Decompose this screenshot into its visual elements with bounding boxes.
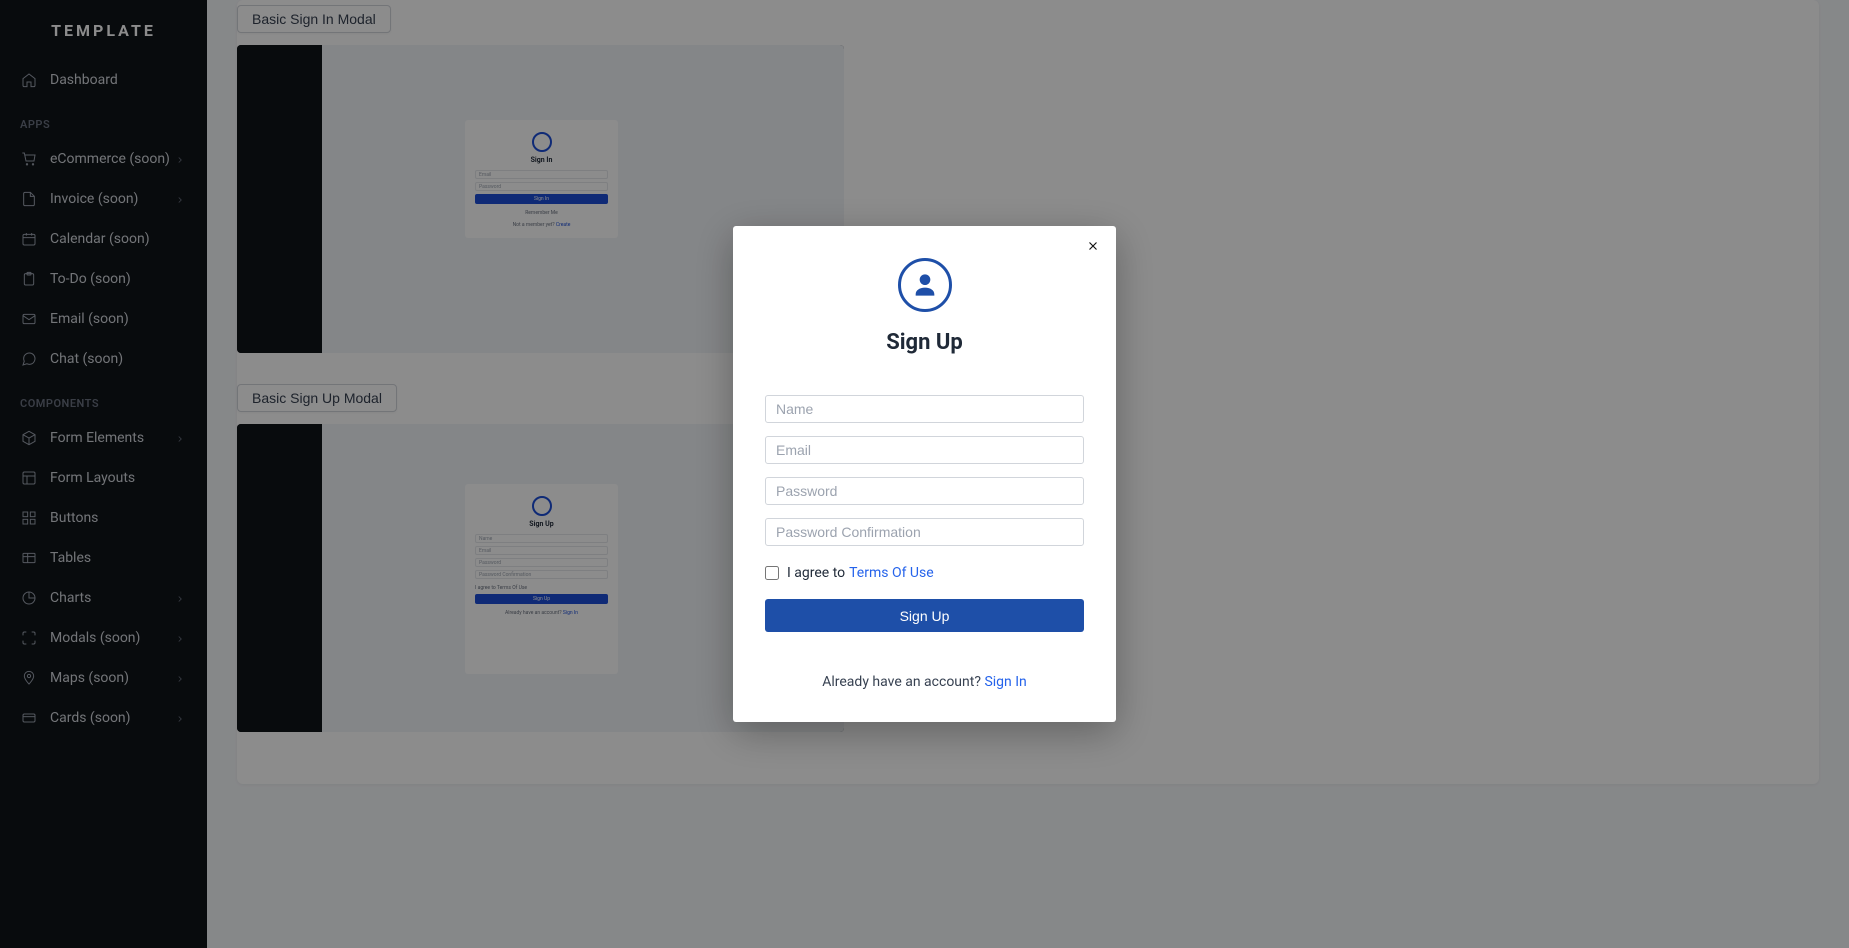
name-input[interactable] — [765, 395, 1084, 423]
signin-link[interactable]: Sign In — [984, 674, 1026, 690]
modal-footer: Already have an account? Sign In — [765, 674, 1084, 690]
signup-submit-button[interactable]: Sign Up — [765, 599, 1084, 632]
agree-terms-row[interactable]: I agree to Terms Of Use — [765, 565, 1084, 581]
password-input[interactable] — [765, 477, 1084, 505]
close-button[interactable] — [1086, 238, 1102, 254]
signup-modal: Sign Up I agree to Terms Of Use Sign Up … — [733, 226, 1116, 722]
footer-text: Already have an account? — [822, 674, 981, 690]
user-avatar-icon — [898, 258, 952, 312]
terms-link[interactable]: Terms Of Use — [849, 565, 934, 581]
modal-title: Sign Up — [765, 330, 1084, 355]
modal-overlay[interactable]: Sign Up I agree to Terms Of Use Sign Up … — [0, 0, 1849, 948]
email-input[interactable] — [765, 436, 1084, 464]
agree-label: I agree to — [787, 565, 845, 581]
agree-checkbox[interactable] — [765, 566, 779, 580]
password-confirm-input[interactable] — [765, 518, 1084, 546]
